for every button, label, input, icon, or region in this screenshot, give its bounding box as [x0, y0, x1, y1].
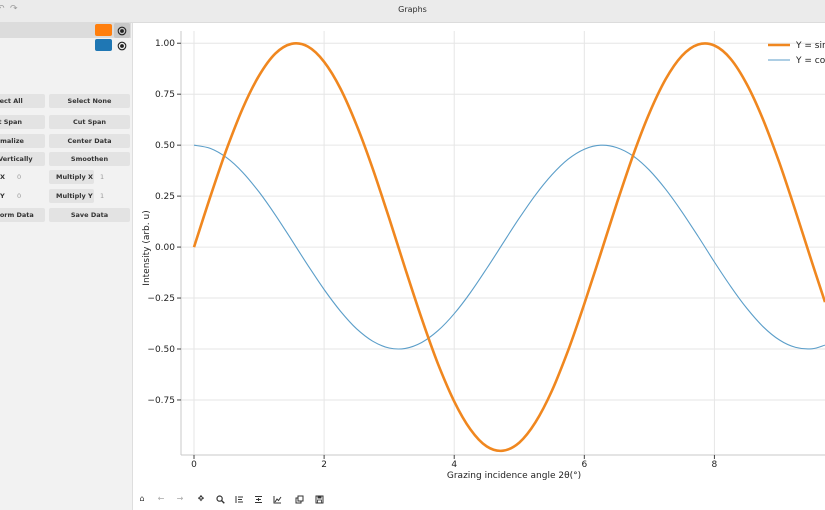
- x-tick-label: 0: [191, 460, 197, 470]
- shift-y-label: Y: [0, 192, 5, 200]
- save-data-button[interactable]: Save Data: [49, 208, 130, 222]
- file-row-sine[interactable]: [0, 23, 131, 38]
- row-options-button[interactable]: [114, 38, 130, 53]
- legend-label: Y = sine(X): [795, 41, 825, 51]
- titlebar: ↶ ↷ Graphs: [0, 0, 825, 23]
- y-tick-label: −0.25: [147, 294, 175, 304]
- home-icon[interactable]: ⌂: [135, 492, 149, 506]
- plot-area[interactable]: 0 2 4 6 8 1.00 0.75 0.50 0.25 0.00 −0.25 −0.50 −0.75…: [133, 23, 825, 510]
- multiply-y-input[interactable]: 1: [100, 189, 104, 203]
- zoom-icon[interactable]: [213, 492, 227, 506]
- smoothen-button[interactable]: Smoothen: [49, 152, 130, 166]
- line-chart[interactable]: 0 2 4 6 8 1.00 0.75 0.50 0.25 0.00 −0.25 −0.50 −0.75…: [133, 23, 825, 510]
- shift-vertically-button[interactable]: Shift Vertically: [0, 152, 45, 166]
- radio-dot-icon: [117, 26, 127, 35]
- shift-x-label: X: [0, 173, 6, 181]
- x-tick-label: 2: [321, 460, 327, 470]
- y-tick-label: 0.25: [155, 192, 175, 202]
- legend-label: Y = cosine(X)/2: [795, 56, 825, 66]
- save-icon[interactable]: [312, 492, 326, 506]
- cut-span-button[interactable]: Cut Span: [49, 115, 130, 129]
- axes-icon[interactable]: [251, 492, 265, 506]
- x-tick-label: 8: [712, 460, 718, 470]
- pan-icon[interactable]: ✥: [194, 492, 208, 506]
- multiply-x-label: Multiply X: [49, 170, 94, 184]
- multiply-y-label: Multiply Y: [49, 189, 94, 203]
- sidebar: Select All Select None Cut Span Cut Span…: [0, 23, 133, 510]
- radio-dot-icon: [117, 41, 127, 50]
- normalize-button[interactable]: Normalize: [0, 134, 45, 148]
- chart-icon[interactable]: [270, 492, 284, 506]
- cut-span-button-left[interactable]: Cut Span: [0, 115, 45, 129]
- graphs-window: ↶ ↷ Graphs Select All Select: [0, 0, 825, 510]
- x-axis-label: Grazing incidence angle 2θ(°): [447, 471, 581, 481]
- file-row-cosine[interactable]: [0, 38, 131, 53]
- y-tick-label: 0.50: [155, 141, 175, 151]
- subplots-icon[interactable]: [232, 492, 246, 506]
- y-tick-label: 0.75: [155, 90, 175, 100]
- y-tick-label: −0.75: [147, 396, 175, 406]
- row-options-button[interactable]: [114, 23, 130, 38]
- color-swatch[interactable]: [95, 39, 112, 51]
- window-title: Graphs: [398, 5, 427, 14]
- y-tick-label: −0.50: [147, 345, 175, 355]
- transform-data-button[interactable]: Transform Data: [0, 208, 45, 222]
- y-axis-label: Intensity (arb. u): [142, 210, 152, 285]
- shift-y-input[interactable]: 0: [17, 189, 21, 203]
- x-tick-label: 4: [451, 460, 457, 470]
- select-all-button[interactable]: Select All: [0, 94, 45, 108]
- forward-icon[interactable]: →: [173, 492, 187, 506]
- copy-icon[interactable]: [292, 492, 306, 506]
- color-swatch[interactable]: [95, 24, 112, 36]
- select-none-button[interactable]: Select None: [49, 94, 130, 108]
- shift-x-input[interactable]: 0: [17, 170, 21, 184]
- multiply-x-input[interactable]: 1: [100, 170, 104, 184]
- y-tick-label: 1.00: [155, 39, 175, 49]
- y-tick-label: 0.00: [155, 243, 175, 253]
- center-data-button[interactable]: Center Data: [49, 134, 130, 148]
- x-tick-label: 6: [581, 460, 587, 470]
- back-icon[interactable]: ←: [154, 492, 168, 506]
